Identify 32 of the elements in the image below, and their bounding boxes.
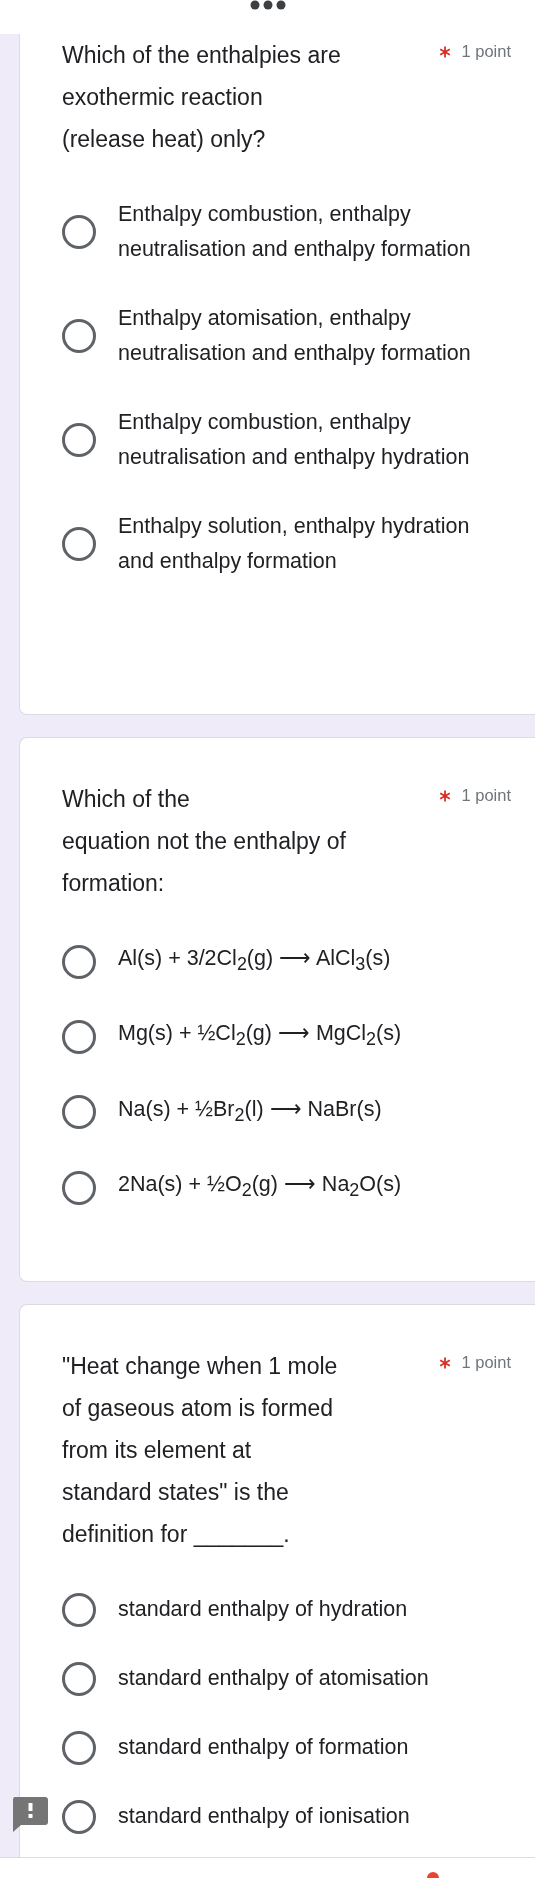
radio-button[interactable] bbox=[62, 215, 96, 249]
option-label[interactable]: Enthalpy atomisation, enthalpy neutralisation and enthalpy formation bbox=[118, 301, 508, 371]
option-label[interactable]: Mg(s) + ½Cl$_{2}$(g) ⟶ MgCl$_{2}$(s) bbox=[118, 1016, 402, 1058]
radio-button[interactable] bbox=[62, 944, 96, 979]
option-label[interactable]: Enthalpy combustion, enthalpy neutralisation and enthalpy formation bbox=[118, 197, 508, 267]
radio-button[interactable] bbox=[62, 1661, 96, 1696]
points-label: 1 point bbox=[461, 786, 511, 805]
points-label: 1 point bbox=[461, 1353, 511, 1373]
radio-button[interactable] bbox=[62, 1730, 96, 1765]
option-label[interactable]: standard enthalpy of hydration bbox=[118, 1592, 408, 1628]
more-icon[interactable] bbox=[249, 0, 286, 10]
radio-button[interactable] bbox=[62, 1019, 96, 1054]
option-label[interactable]: Enthalpy solution, enthalpy hydration and enthalpy formation bbox=[118, 509, 508, 579]
question-text: Which of the enthalpies are exothermic reaction (release heat) only? bbox=[62, 41, 341, 154]
option-label[interactable]: 2Na(s) + ½O$_{2}$(g) ⟶ Na$_{2}$O(s) bbox=[118, 1166, 402, 1209]
radio-button[interactable] bbox=[62, 1592, 96, 1627]
radio-button[interactable] bbox=[62, 1170, 96, 1205]
option-label[interactable]: standard enthalpy of formation bbox=[118, 1730, 409, 1766]
feedback-icon[interactable] bbox=[12, 1797, 48, 1832]
radio-button[interactable] bbox=[62, 319, 96, 353]
question-text: "Heat change when 1 mole of gaseous atom is formed from its element at standard states" is the definition for _______. bbox=[62, 1352, 338, 1550]
option-label[interactable]: Enthalpy combustion, enthalpy neutralisation and enthalpy hydration bbox=[118, 405, 508, 475]
option-label[interactable]: Na(s) + ½Br$_{2}$(l) ⟶ NaBr(s) bbox=[118, 1091, 382, 1133]
radio-button[interactable] bbox=[62, 1799, 96, 1834]
option-label[interactable]: standard enthalpy of ionisation bbox=[118, 1799, 410, 1835]
option-label[interactable]: standard enthalpy of atomisation bbox=[118, 1661, 429, 1697]
radio-button[interactable] bbox=[62, 527, 96, 561]
option-label[interactable]: Al(s) + 3/2Cl$_{2}$(g) ⟶ AlCl$_{3}$(s) bbox=[118, 941, 391, 983]
points-label: 1 point bbox=[461, 42, 511, 61]
question-text: Which of the equation not the enthalpy of formation: bbox=[62, 785, 346, 898]
radio-button[interactable] bbox=[62, 423, 96, 457]
radio-button[interactable] bbox=[62, 1095, 96, 1130]
